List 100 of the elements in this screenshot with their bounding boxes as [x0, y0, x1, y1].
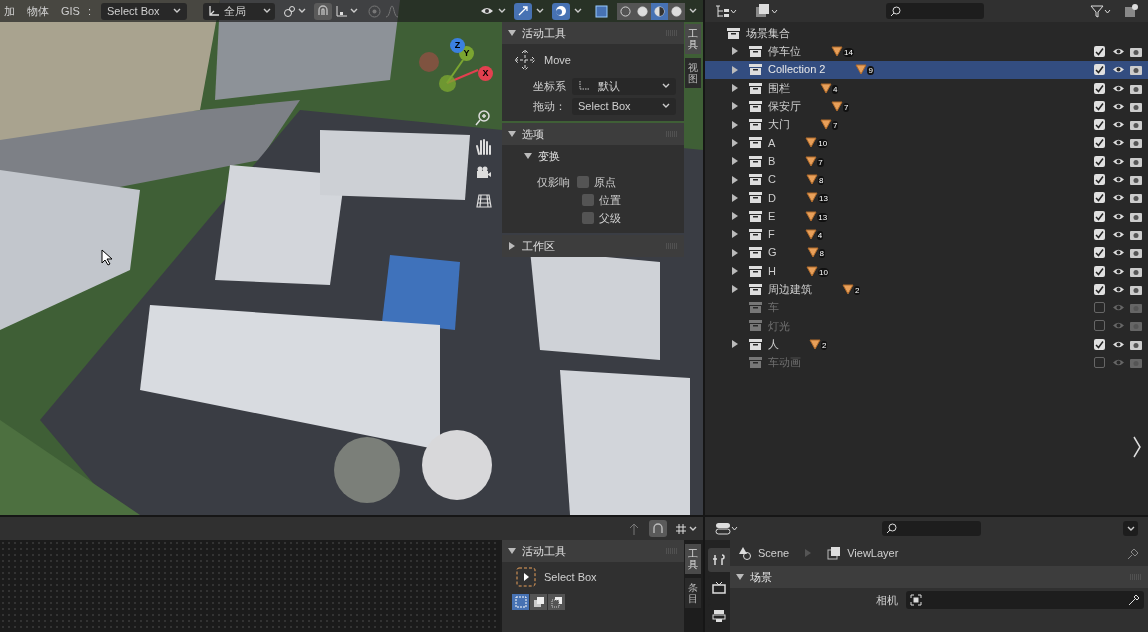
checkbox[interactable]: [1094, 192, 1105, 204]
editor-type-icon[interactable]: [715, 522, 739, 535]
hand-icon[interactable]: [474, 137, 494, 157]
snap-button[interactable]: [649, 520, 667, 537]
filter-icon[interactable]: [1090, 4, 1112, 18]
header-menu[interactable]: 物体: [23, 2, 53, 20]
outliner-row[interactable]: A 10: [705, 133, 1148, 153]
expand-arrow-icon[interactable]: [508, 242, 516, 250]
snap-target-icon[interactable]: [336, 5, 358, 17]
camera-icon[interactable]: [1130, 174, 1142, 185]
eye-icon[interactable]: [1112, 266, 1125, 276]
eye-icon[interactable]: [1112, 46, 1125, 56]
tool-setting-dropdown[interactable]: Select Box: [572, 97, 676, 115]
breadcrumb-item[interactable]: Scene: [758, 544, 790, 562]
tool-setting-dropdown[interactable]: 默认: [572, 77, 676, 95]
camera-icon[interactable]: [1130, 82, 1142, 94]
expand-arrow-icon[interactable]: [731, 285, 739, 294]
properties-tab[interactable]: [708, 548, 730, 572]
checkbox[interactable]: [1094, 283, 1105, 295]
camera-icon[interactable]: [1130, 192, 1142, 204]
expand-arrow-icon[interactable]: [731, 340, 739, 349]
camera-icon[interactable]: [1130, 265, 1142, 277]
eye-icon[interactable]: [1112, 284, 1125, 294]
eye-icon[interactable]: [1112, 211, 1125, 221]
eyedropper-icon[interactable]: [1128, 594, 1140, 606]
eye-icon[interactable]: [1112, 101, 1125, 111]
checkbox[interactable]: [1094, 155, 1105, 167]
dropdown-button[interactable]: [1123, 521, 1138, 536]
side-tab[interactable]: 工具: [685, 24, 701, 54]
expand-arrow-icon[interactable]: [524, 152, 532, 160]
search-field[interactable]: [881, 521, 981, 536]
outliner-row[interactable]: C 8: [705, 170, 1148, 189]
checkbox[interactable]: [1094, 247, 1105, 259]
header-menu[interactable]: 加: [0, 2, 19, 20]
pivot-dropdown[interactable]: [283, 4, 306, 18]
outliner-row[interactable]: 周边建筑 2: [705, 280, 1148, 299]
panel-header[interactable]: 活动工具: [502, 22, 684, 44]
shading-mode-button[interactable]: [651, 2, 668, 20]
select-mode-dropdown[interactable]: Select Box: [101, 2, 187, 20]
eye-icon[interactable]: [1112, 339, 1125, 349]
checkbox[interactable]: [1094, 64, 1105, 76]
header-menu[interactable]: GIS: [57, 2, 84, 20]
outliner-row[interactable]: G 8: [705, 243, 1148, 262]
camera-icon[interactable]: [1130, 137, 1142, 149]
grid-icon[interactable]: [474, 191, 494, 211]
pin-icon[interactable]: [1127, 546, 1140, 560]
shading-mode-button[interactable]: [668, 2, 685, 20]
gizmo-toggle-button[interactable]: [514, 2, 532, 20]
search-field[interactable]: [885, 3, 984, 19]
side-tab[interactable]: 视图: [685, 58, 701, 88]
checkbox[interactable]: [1094, 357, 1105, 368]
falloff-icon[interactable]: [385, 4, 399, 18]
selection-mode-button[interactable]: [530, 594, 547, 610]
camera-icon[interactable]: [1130, 155, 1142, 167]
checkbox[interactable]: [1094, 82, 1105, 94]
camera-icon[interactable]: [1130, 64, 1142, 76]
eye-icon[interactable]: [1112, 156, 1125, 166]
side-tab[interactable]: 工具: [685, 544, 701, 574]
shading-mode-button[interactable]: [617, 2, 634, 20]
outliner-row[interactable]: 保安厅 7: [705, 97, 1148, 116]
panel-header[interactable]: 选项: [502, 123, 684, 145]
checkbox[interactable]: [1094, 210, 1105, 222]
outliner-row[interactable]: D 13: [705, 188, 1148, 207]
checkbox[interactable]: [1094, 45, 1105, 57]
camera-icon[interactable]: [1130, 283, 1142, 295]
side-tab[interactable]: 条目: [685, 578, 701, 608]
checkbox[interactable]: [1094, 228, 1105, 240]
camera-icon[interactable]: [1130, 119, 1142, 131]
eye-icon[interactable]: [1112, 120, 1125, 130]
eye-icon[interactable]: [1112, 83, 1125, 93]
expand-arrow-icon[interactable]: [508, 547, 516, 555]
expand-arrow-icon[interactable]: [508, 130, 516, 138]
camera-icon[interactable]: [1130, 228, 1142, 240]
new-collection-icon[interactable]: [1124, 4, 1138, 18]
outliner-row[interactable]: 场景集合: [705, 24, 1148, 43]
breadcrumb-item[interactable]: ViewLayer: [847, 544, 899, 562]
checkbox[interactable]: [582, 212, 594, 224]
orientation-dropdown[interactable]: 全局: [203, 2, 275, 20]
camera-icon[interactable]: [1130, 210, 1142, 222]
checkbox[interactable]: [1094, 174, 1105, 185]
snap-target-icon[interactable]: [675, 522, 697, 535]
camera-icon[interactable]: [1130, 100, 1142, 112]
outliner-row[interactable]: 停车位 14: [705, 42, 1148, 61]
panel-header[interactable]: 活动工具: [502, 540, 684, 562]
outliner-row[interactable]: 人 2: [705, 335, 1148, 354]
filter-view-icon[interactable]: [755, 4, 779, 18]
xray-icon[interactable]: [594, 3, 609, 19]
eye-icon[interactable]: [1112, 193, 1125, 203]
outliner-row[interactable]: 围栏 4: [705, 78, 1148, 98]
chevron-right-icon[interactable]: [1132, 436, 1142, 458]
expand-arrow-icon[interactable]: [508, 29, 516, 37]
eye-icon[interactable]: [1112, 248, 1125, 258]
checkbox[interactable]: [1094, 338, 1105, 350]
expand-arrow-icon[interactable]: [736, 573, 744, 581]
checkbox[interactable]: [1094, 320, 1105, 332]
eye-icon[interactable]: [1112, 138, 1125, 148]
outliner-row[interactable]: Collection 2 9: [705, 60, 1148, 79]
outliner-row[interactable]: H 10: [705, 261, 1148, 281]
outliner-row[interactable]: E 13: [705, 206, 1148, 226]
axis-handle[interactable]: [419, 52, 439, 72]
